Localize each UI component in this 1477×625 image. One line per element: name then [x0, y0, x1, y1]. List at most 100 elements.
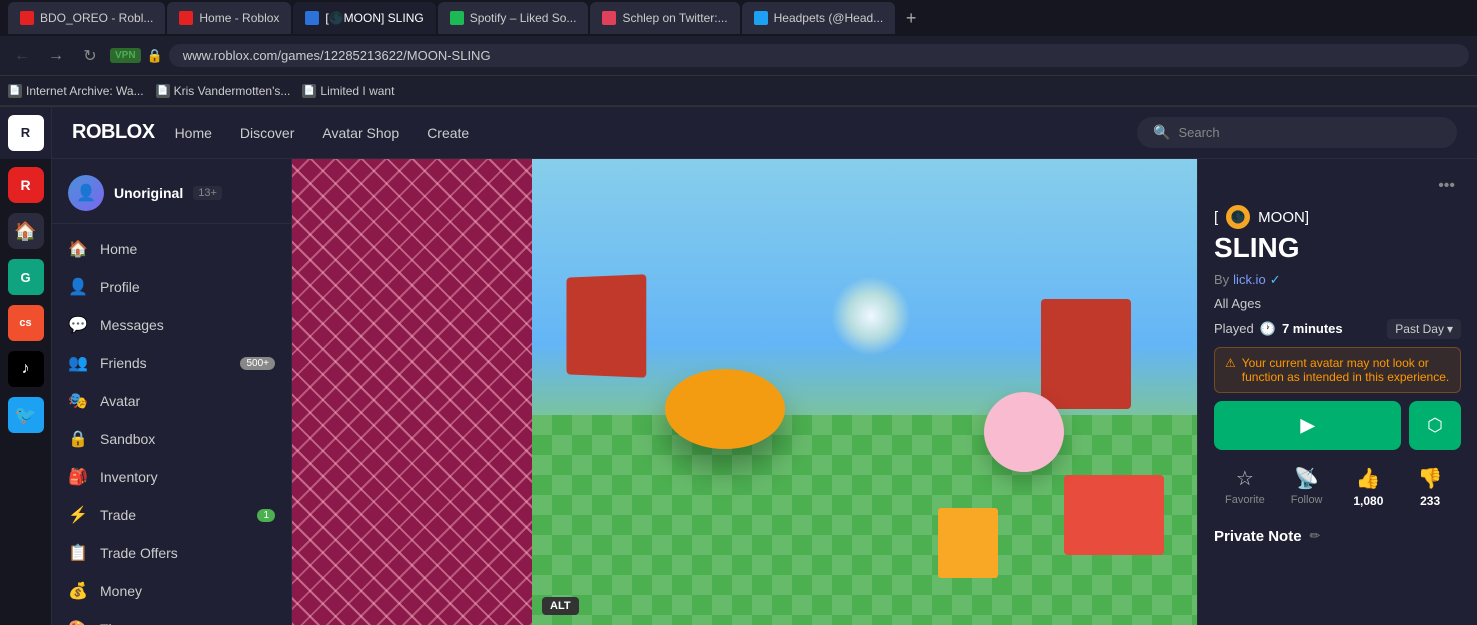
roblox-app-icon[interactable]: R: [8, 167, 44, 203]
like-count: 1,080: [1353, 494, 1383, 508]
nav-link-create[interactable]: Create: [427, 125, 469, 141]
title-prefix-row: [ 🌑 MOON]: [1214, 205, 1461, 229]
cs-app-icon[interactable]: cs: [8, 305, 44, 341]
tab-bdo[interactable]: BDO_OREO - Robl...: [8, 2, 165, 34]
follow-button[interactable]: 📡 Follow: [1276, 458, 1338, 516]
friends-badge: 500+: [240, 357, 275, 370]
profile-icon: 👤: [68, 277, 88, 297]
sidebar-item-messages[interactable]: 💬 Messages: [52, 306, 291, 344]
past-day-button[interactable]: Past Day ▾: [1387, 319, 1461, 339]
new-tab-button[interactable]: +: [897, 4, 925, 32]
played-time: 7 minutes: [1282, 321, 1343, 336]
twitter-app-icon[interactable]: 🐦: [8, 397, 44, 433]
lock-icon: 🔒: [147, 48, 163, 64]
private-note-section: Private Note ✏: [1214, 524, 1461, 545]
sun-glare: [831, 276, 911, 356]
action-buttons-row: ☆ Favorite 📡 Follow 👍 1,080 👎: [1214, 458, 1461, 516]
sidebar-item-label-messages: Messages: [100, 317, 164, 333]
avatar-warning: ⚠ Your current avatar may not look or fu…: [1214, 347, 1461, 393]
reload-button[interactable]: ↻: [76, 42, 104, 70]
vpn-badge: VPN: [110, 48, 141, 63]
tab-schlep[interactable]: Schlep on Twitter:...: [590, 2, 739, 34]
url-text: www.roblox.com/games/12285213622/MOON-SL…: [183, 48, 491, 63]
bookmark-archive[interactable]: 📄 Internet Archive: Wa...: [8, 84, 144, 98]
sidebar-item-inventory[interactable]: 🎒 Inventory: [52, 458, 291, 496]
game-title: SLING: [1214, 233, 1461, 264]
sidebar-item-avatar[interactable]: 🎭 Avatar: [52, 382, 291, 420]
favorite-button[interactable]: ☆ Favorite: [1214, 458, 1276, 516]
game-title-area: [ 🌑 MOON] SLING: [1214, 205, 1461, 264]
follow-label: Follow: [1291, 494, 1323, 506]
nav-link-discover[interactable]: Discover: [240, 125, 294, 141]
play-button[interactable]: ▶: [1214, 401, 1401, 450]
sidebar-item-label-trade: Trade: [100, 507, 136, 523]
home-app-icon[interactable]: 🏠: [8, 213, 44, 249]
tab-label-home: Home - Roblox: [199, 11, 279, 25]
sidebar-item-sandbox[interactable]: 🔒 Sandbox: [52, 420, 291, 458]
friends-icon: 👥: [68, 353, 88, 373]
played-row: Played 🕐 7 minutes Past Day ▾: [1214, 319, 1461, 339]
roblox-logo-icon: R: [8, 115, 44, 151]
bookmark-icon-limited: 📄: [302, 84, 316, 98]
forward-button[interactable]: →: [42, 42, 70, 70]
sidebar-item-profile[interactable]: 👤 Profile: [52, 268, 291, 306]
search-placeholder: Search: [1178, 125, 1219, 140]
tab-moon-sling[interactable]: [🌑MOON] SLING: [293, 2, 435, 34]
dislike-button[interactable]: 👎 233: [1399, 458, 1461, 516]
nav-link-home[interactable]: Home: [175, 125, 212, 141]
back-button[interactable]: ←: [8, 42, 36, 70]
tab-label-spotify: Spotify – Liked So...: [470, 11, 577, 25]
game-object-5: [984, 392, 1064, 472]
bookmark-kris[interactable]: 📄 Kris Vandermotten's...: [156, 84, 291, 98]
tab-headpets[interactable]: Headpets (@Head...: [742, 2, 896, 34]
creator-link[interactable]: lick.io: [1233, 272, 1266, 287]
play-button-row: ▶ ⬡: [1214, 401, 1461, 450]
tiktok-app-icon[interactable]: ♪: [8, 351, 44, 387]
search-area: 🔍 Search: [1117, 117, 1477, 148]
sidebar-item-themes[interactable]: 🎨 Themes: [52, 610, 291, 625]
bookmark-label-archive: Internet Archive: Wa...: [26, 84, 144, 98]
game-info-panel: ••• [ 🌑 MOON] SLING By lick.i: [1197, 159, 1477, 625]
user-profile-bar: 👤 Unoriginal 13+: [52, 167, 291, 224]
nav-bar: ← → ↻ VPN 🔒 www.roblox.com/games/1228521…: [0, 36, 1477, 76]
dislike-icon: 👎: [1418, 466, 1443, 491]
bookmark-icon-archive: 📄: [8, 84, 22, 98]
page-content: R 🏠 G cs ♪ 🐦 👤 Unoriginal 13+ 🏠 Home 👤 P…: [0, 159, 1477, 625]
cube-button[interactable]: ⬡: [1409, 401, 1461, 450]
sidebar-item-label-profile: Profile: [100, 279, 140, 295]
tab-spotify[interactable]: Spotify – Liked So...: [438, 2, 589, 34]
favorite-label: Favorite: [1225, 494, 1265, 506]
moon-circle-icon: 🌑: [1226, 205, 1250, 229]
tab-label-schlep: Schlep on Twitter:...: [622, 11, 727, 25]
more-options-button[interactable]: •••: [1432, 175, 1461, 197]
sidebar-item-trade-offers[interactable]: 📋 Trade Offers: [52, 534, 291, 572]
bookmark-label-kris: Kris Vandermotten's...: [174, 84, 291, 98]
trade-badge: 1: [257, 509, 275, 522]
bookmark-limited[interactable]: 📄 Limited I want: [302, 84, 394, 98]
gpt-app-icon[interactable]: G: [8, 259, 44, 295]
sidebar-item-money[interactable]: 💰 Money: [52, 572, 291, 610]
sidebar-item-trade[interactable]: ⚡ Trade 1: [52, 496, 291, 534]
search-bar[interactable]: 🔍 Search: [1137, 117, 1457, 148]
tab-home-roblox[interactable]: Home - Roblox: [167, 2, 291, 34]
clock-icon: 🕐: [1260, 321, 1276, 337]
game-object-4: [1064, 475, 1164, 555]
avatar-icon: 🎭: [68, 391, 88, 411]
top-nav-links: Home Discover Avatar Shop Create: [175, 125, 470, 141]
age-rating: All Ages: [1214, 296, 1461, 311]
trade-icon: ⚡: [68, 505, 88, 525]
edit-note-icon[interactable]: ✏: [1310, 528, 1321, 544]
sidebar-item-friends[interactable]: 👥 Friends 500+: [52, 344, 291, 382]
money-icon: 💰: [68, 581, 88, 601]
sidebar-item-home[interactable]: 🏠 Home: [52, 230, 291, 268]
banner-lattice: [292, 159, 532, 625]
tab-favicon-bdo: [20, 11, 34, 25]
game-object-1: [567, 274, 647, 378]
like-button[interactable]: 👍 1,080: [1338, 458, 1400, 516]
url-bar[interactable]: www.roblox.com/games/12285213622/MOON-SL…: [169, 44, 1469, 67]
private-note-label: Private Note: [1214, 528, 1302, 545]
roblox-top-nav: R ROBLOX Home Discover Avatar Shop Creat…: [0, 107, 1477, 159]
nav-link-avatar-shop[interactable]: Avatar Shop: [322, 125, 399, 141]
bookmarks-bar: 📄 Internet Archive: Wa... 📄 Kris Vanderm…: [0, 76, 1477, 106]
past-day-label: Past Day: [1395, 322, 1444, 336]
